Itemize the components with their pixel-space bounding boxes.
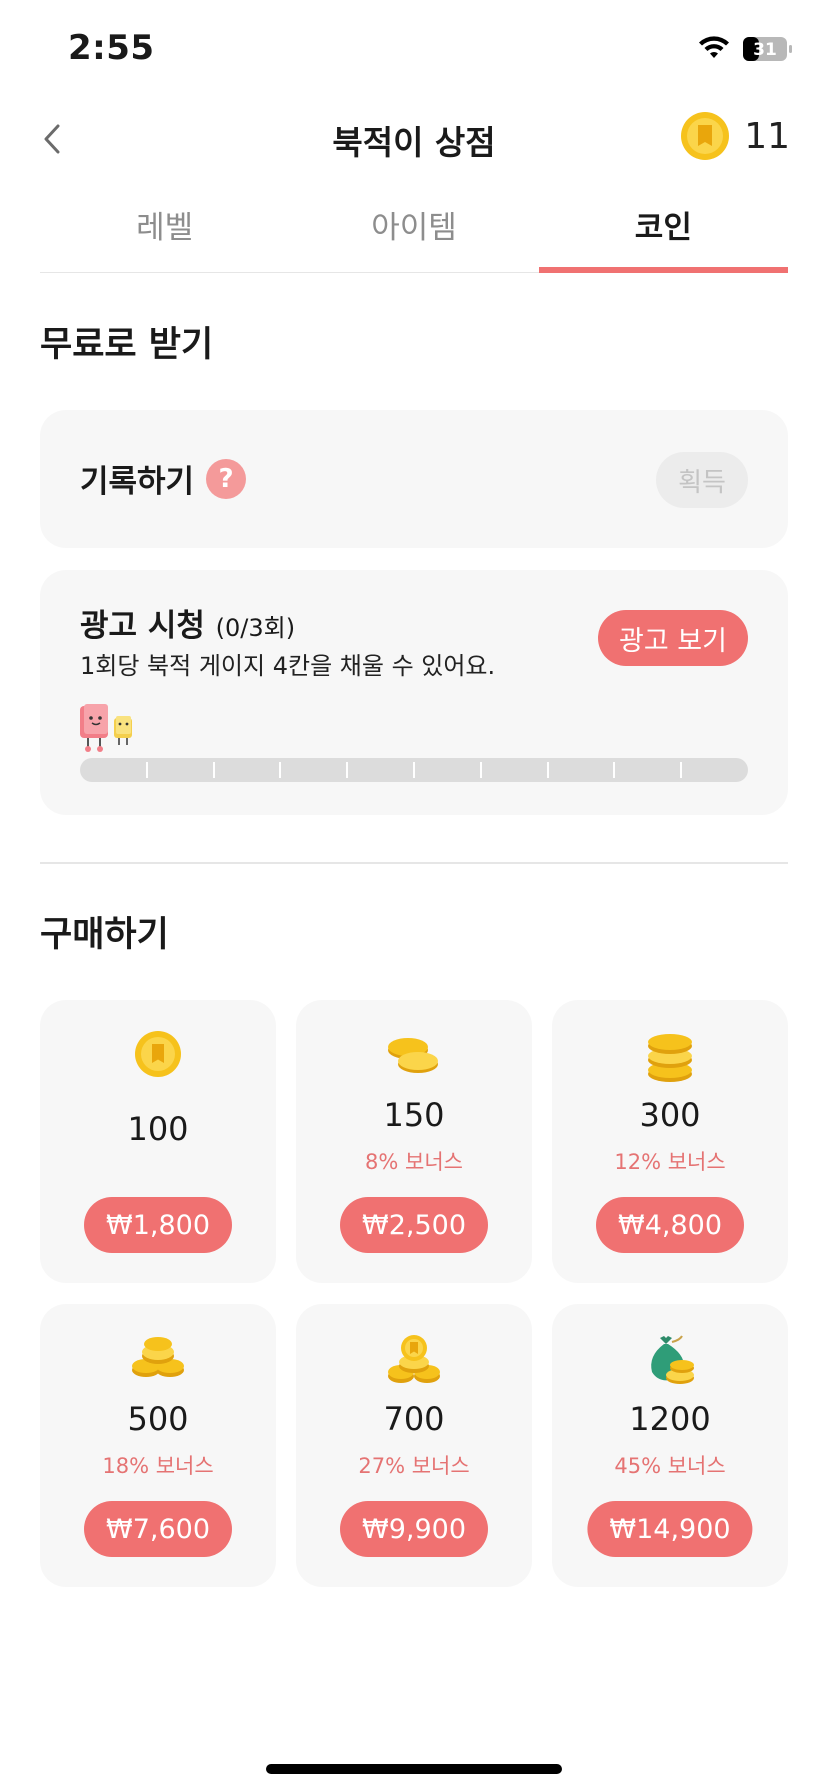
record-title: 기록하기 ?	[80, 456, 247, 501]
ad-label: 광고 시청	[80, 608, 205, 644]
coin-stack-icon	[648, 1034, 692, 1082]
product-amount: 300	[639, 1096, 701, 1134]
coin-heap-icon	[388, 1335, 440, 1383]
book-mascot-icon	[80, 704, 132, 752]
gauge-tick	[279, 762, 282, 778]
free-section-title: 무료로 받기	[40, 325, 214, 365]
gauge-bar	[80, 758, 748, 782]
ad-title: 광고 시청 (0/3회)	[80, 600, 295, 645]
battery-level: 31	[753, 40, 777, 60]
product-bonus: 12% 보너스	[614, 1150, 726, 1174]
earn-button[interactable]: 획득	[656, 452, 748, 508]
battery-icon: 31	[743, 37, 792, 61]
product-card[interactable]: 100 ₩1,800	[40, 1000, 276, 1283]
wifi-icon	[699, 36, 729, 58]
watch-ad-button[interactable]: 광고 보기	[598, 610, 748, 666]
product-card[interactable]: 1200 45% 보너스 ₩14,900	[552, 1304, 788, 1587]
coin-icon	[681, 112, 730, 160]
product-bonus: 8% 보너스	[365, 1150, 463, 1174]
gauge-tick	[680, 762, 683, 778]
coin-pile-icon	[132, 1337, 184, 1377]
price-button[interactable]: ₩14,900	[587, 1501, 753, 1557]
help-icon[interactable]: ?	[206, 458, 247, 499]
product-amount: 150	[383, 1096, 445, 1134]
ad-count: (0/3회)	[215, 614, 296, 642]
product-card[interactable]: 300 12% 보너스 ₩4,800	[552, 1000, 788, 1283]
two-coins-icon	[388, 1038, 438, 1073]
price-button[interactable]: ₩1,800	[84, 1197, 232, 1253]
section-divider	[40, 862, 788, 864]
nav-header: 북적이 상점 11	[0, 100, 828, 180]
coin-balance: 11	[680, 108, 790, 164]
home-indicator[interactable]	[266, 1764, 562, 1774]
money-bag-icon	[651, 1335, 694, 1384]
product-card[interactable]: 150 8% 보너스 ₩2,500	[296, 1000, 532, 1283]
product-amount: 500	[127, 1400, 189, 1438]
gauge-tick	[613, 762, 616, 778]
gauge-tick	[546, 762, 549, 778]
record-label: 기록하기	[80, 464, 195, 500]
record-card: 기록하기 ? 획득	[40, 410, 788, 548]
product-bonus: 27% 보너스	[358, 1454, 470, 1478]
ad-description: 1회당 북적 게이지 4칸을 채울 수 있어요.	[80, 652, 496, 680]
gauge-tick	[413, 762, 415, 778]
price-button[interactable]: ₩7,600	[84, 1501, 232, 1557]
status-time: 2:55	[68, 28, 155, 68]
gauge-tick	[212, 762, 215, 778]
tab-item[interactable]: 아이템	[289, 190, 538, 272]
purchase-section-title: 구매하기	[40, 915, 169, 955]
product-amount: 1200	[629, 1400, 711, 1438]
tab-bar: 레벨 아이템 코인	[40, 190, 789, 273]
price-button[interactable]: ₩4,800	[596, 1197, 744, 1253]
price-button[interactable]: ₩2,500	[340, 1197, 488, 1253]
coin-balance-value: 11	[744, 115, 790, 157]
status-bar: 2:55 31	[0, 0, 828, 100]
gauge-tick	[479, 762, 482, 778]
product-amount: 700	[383, 1400, 445, 1438]
product-card[interactable]: 700 27% 보너스 ₩9,900	[296, 1304, 532, 1587]
gauge-tick	[145, 762, 148, 778]
product-amount: 100	[127, 1110, 189, 1148]
product-bonus: 45% 보너스	[614, 1454, 726, 1478]
ad-card: 광고 시청 (0/3회) 1회당 북적 게이지 4칸을 채울 수 있어요. 광고…	[40, 570, 788, 815]
tab-level[interactable]: 레벨	[40, 190, 289, 272]
price-button[interactable]: ₩9,900	[340, 1501, 488, 1557]
product-bonus: 18% 보너스	[102, 1454, 214, 1478]
gauge-tick	[346, 762, 349, 778]
product-card[interactable]: 500 18% 보너스 ₩7,600	[40, 1304, 276, 1587]
tab-coin[interactable]: 코인	[538, 190, 789, 273]
single-coin-icon	[135, 1031, 181, 1077]
